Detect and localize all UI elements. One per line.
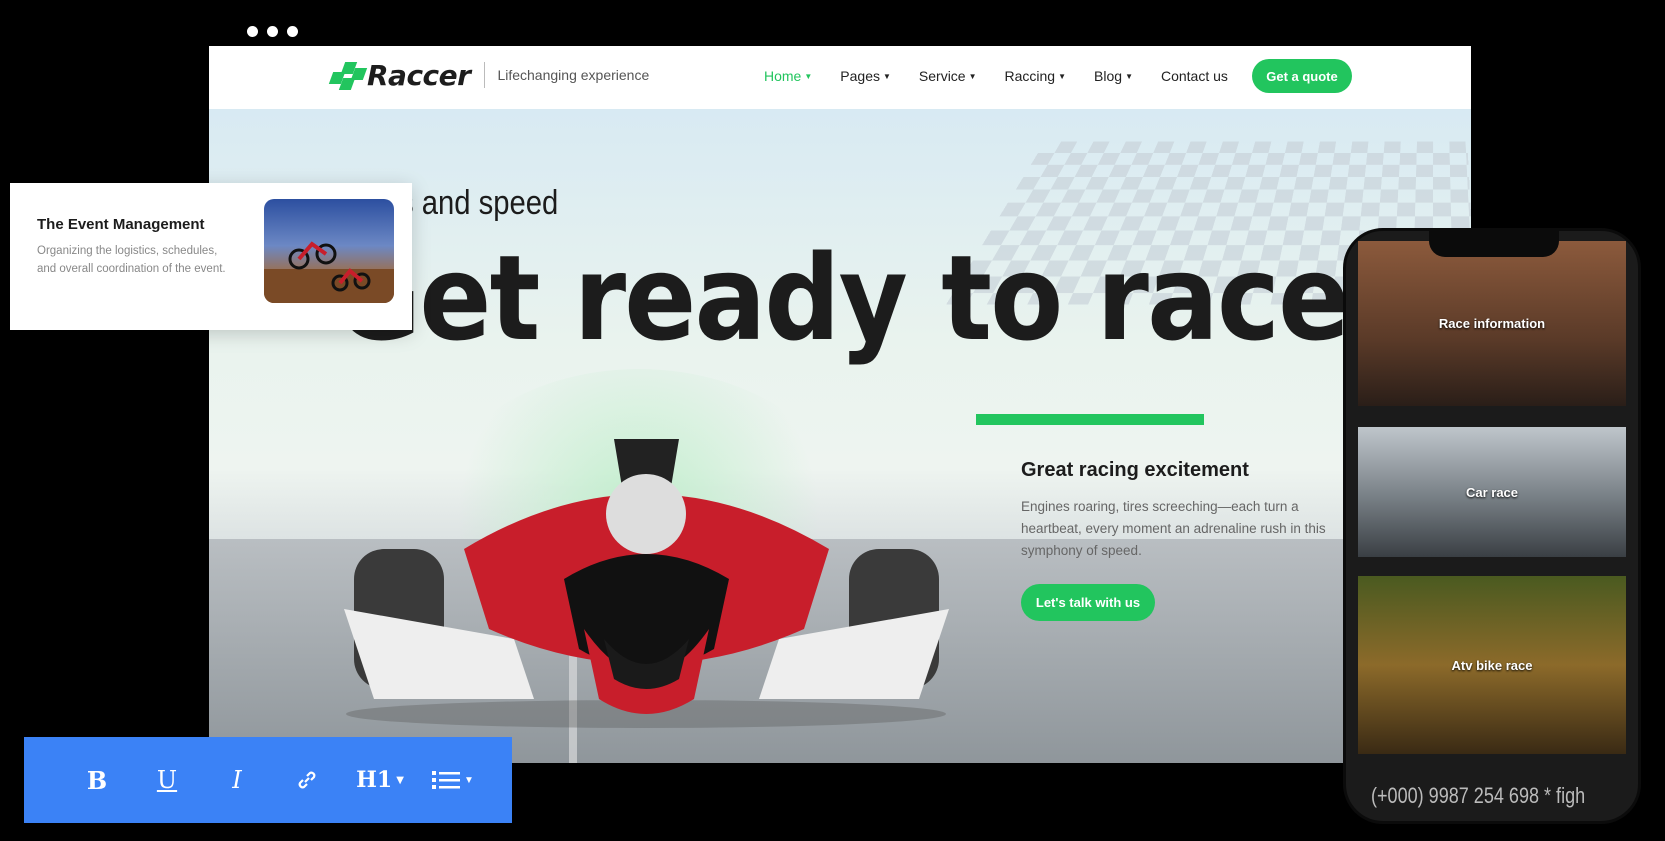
menu-item-raccing[interactable]: Raccing ▼ (1005, 68, 1067, 84)
chevron-down-icon: ▼ (1058, 71, 1067, 81)
atv-bike-race-card[interactable]: Atv bike race (1358, 576, 1626, 754)
list-icon (432, 771, 461, 789)
menu-label: Blog (1094, 68, 1123, 84)
link-icon[interactable] (272, 768, 342, 792)
hero-headline: Get ready to race (334, 229, 1350, 367)
logo-text: Raccer (367, 58, 471, 92)
hero-subtitle: s and speed (399, 184, 559, 222)
logo[interactable]: Raccer Lifechanging experience (327, 58, 649, 92)
race-information-card[interactable]: Race information (1358, 241, 1626, 406)
menu-item-home[interactable]: Home ▼ (764, 68, 812, 84)
phone-notch (1429, 231, 1559, 257)
mobile-preview: Race information Car race Atv bike race … (1343, 228, 1641, 824)
logo-divider (484, 62, 486, 88)
event-card-text: Organizing the logistics, schedules, and… (37, 245, 226, 275)
card-label: Race information (1438, 316, 1546, 331)
chevron-down-icon: ▼ (882, 71, 891, 81)
talk-with-us-button[interactable]: Let's talk with us (1021, 584, 1155, 621)
menu-item-pages[interactable]: Pages ▼ (840, 68, 891, 84)
chevron-down-icon: ▼ (968, 71, 977, 81)
phone-contact-number: (+000) 9987 254 698 * figh (1371, 783, 1586, 808)
event-card-title: The Event Management (37, 216, 205, 233)
get-quote-button[interactable]: Get a quote (1252, 59, 1352, 93)
italic-button[interactable]: I (202, 766, 272, 794)
hero-info: Great racing excitement Engines roaring,… (1021, 459, 1341, 621)
menu-label: Raccing (1004, 68, 1056, 84)
menu-label: Service (918, 68, 966, 84)
menu-item-blog[interactable]: Blog ▼ (1094, 68, 1133, 84)
tagline: Lifechanging experience (497, 67, 650, 83)
caret-down-icon: ▼ (396, 774, 404, 786)
text-editor-toolbar: B U I H1 ▼ ▼ (24, 737, 512, 823)
menu-item-contact[interactable]: Contact us (1161, 68, 1228, 84)
chevron-down-icon: ▼ (1125, 71, 1133, 81)
list-dropdown[interactable]: ▼ (418, 769, 488, 791)
card-label: Car race (1465, 484, 1519, 500)
menu-item-service[interactable]: Service ▼ (919, 68, 977, 84)
menu-label: Home (764, 68, 802, 84)
caret-down-icon: ▼ (464, 774, 474, 786)
underline-button[interactable]: U (132, 766, 202, 794)
car-race-card[interactable]: Car race (1358, 427, 1626, 557)
window-dots (247, 26, 298, 37)
heading-dropdown[interactable]: H1 ▼ (342, 767, 418, 793)
menu-label: Pages (840, 68, 880, 84)
bold-button[interactable]: B (62, 766, 132, 795)
card-label: Atv bike race (1451, 657, 1533, 673)
info-title: Great racing excitement (1021, 459, 1249, 481)
race-car-image (344, 439, 949, 728)
logo-mark-icon (327, 58, 368, 92)
top-navigation: Raccer Lifechanging experience Home ▼ Pag… (209, 46, 1471, 110)
website-preview: Raccer Lifechanging experience Home ▼ Pag… (209, 46, 1471, 763)
headline-underline (976, 414, 1204, 425)
chevron-down-icon: ▼ (804, 71, 813, 81)
heading-label: H1 (356, 767, 393, 793)
event-management-card: The Event Management Organizing the logi… (10, 183, 412, 330)
menu-label: Contact us (1160, 68, 1228, 84)
motocross-image (264, 199, 394, 303)
info-text: Engines roaring, tires screeching—each t… (1021, 499, 1326, 558)
main-menu: Home ▼ Pages ▼ Service ▼ Raccing ▼ Blog ▼ Con… (764, 68, 1256, 84)
